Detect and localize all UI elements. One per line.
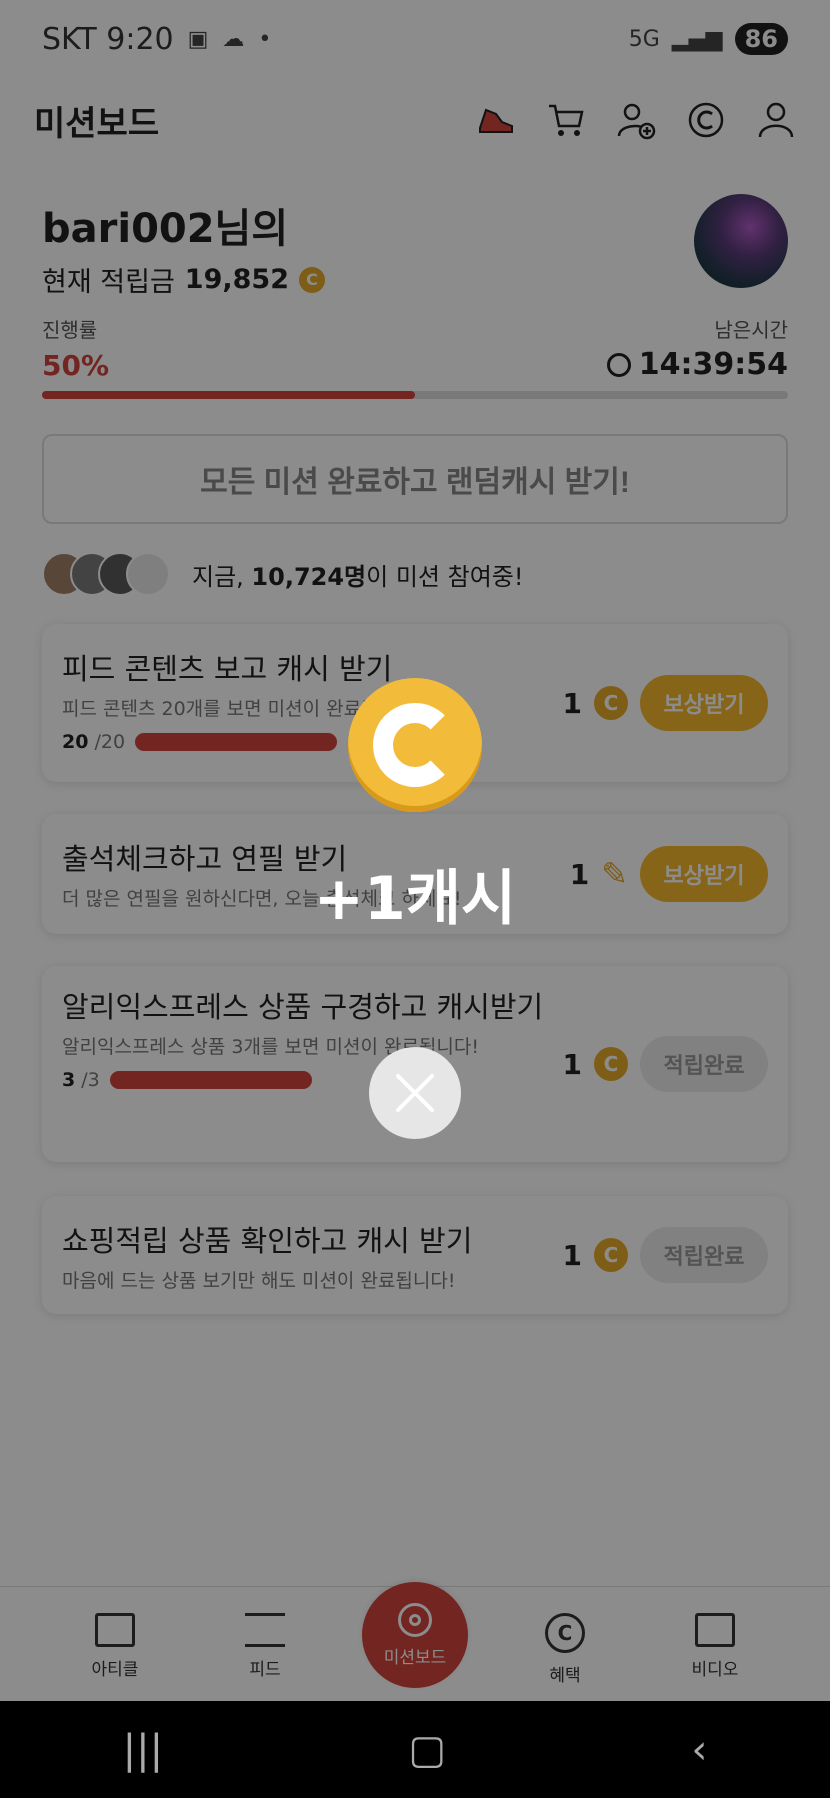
system-nav-bar: ||| ▢ ‹ [0,1701,830,1798]
recent-apps-icon[interactable]: ||| [123,1727,163,1773]
close-popup-button[interactable] [369,1047,461,1139]
home-icon[interactable]: ▢ [408,1727,446,1773]
back-icon[interactable]: ‹ [691,1727,707,1773]
close-icon [396,1074,434,1112]
reward-popup-text: +1캐시 [313,864,517,934]
cash-coin-icon [348,678,482,812]
